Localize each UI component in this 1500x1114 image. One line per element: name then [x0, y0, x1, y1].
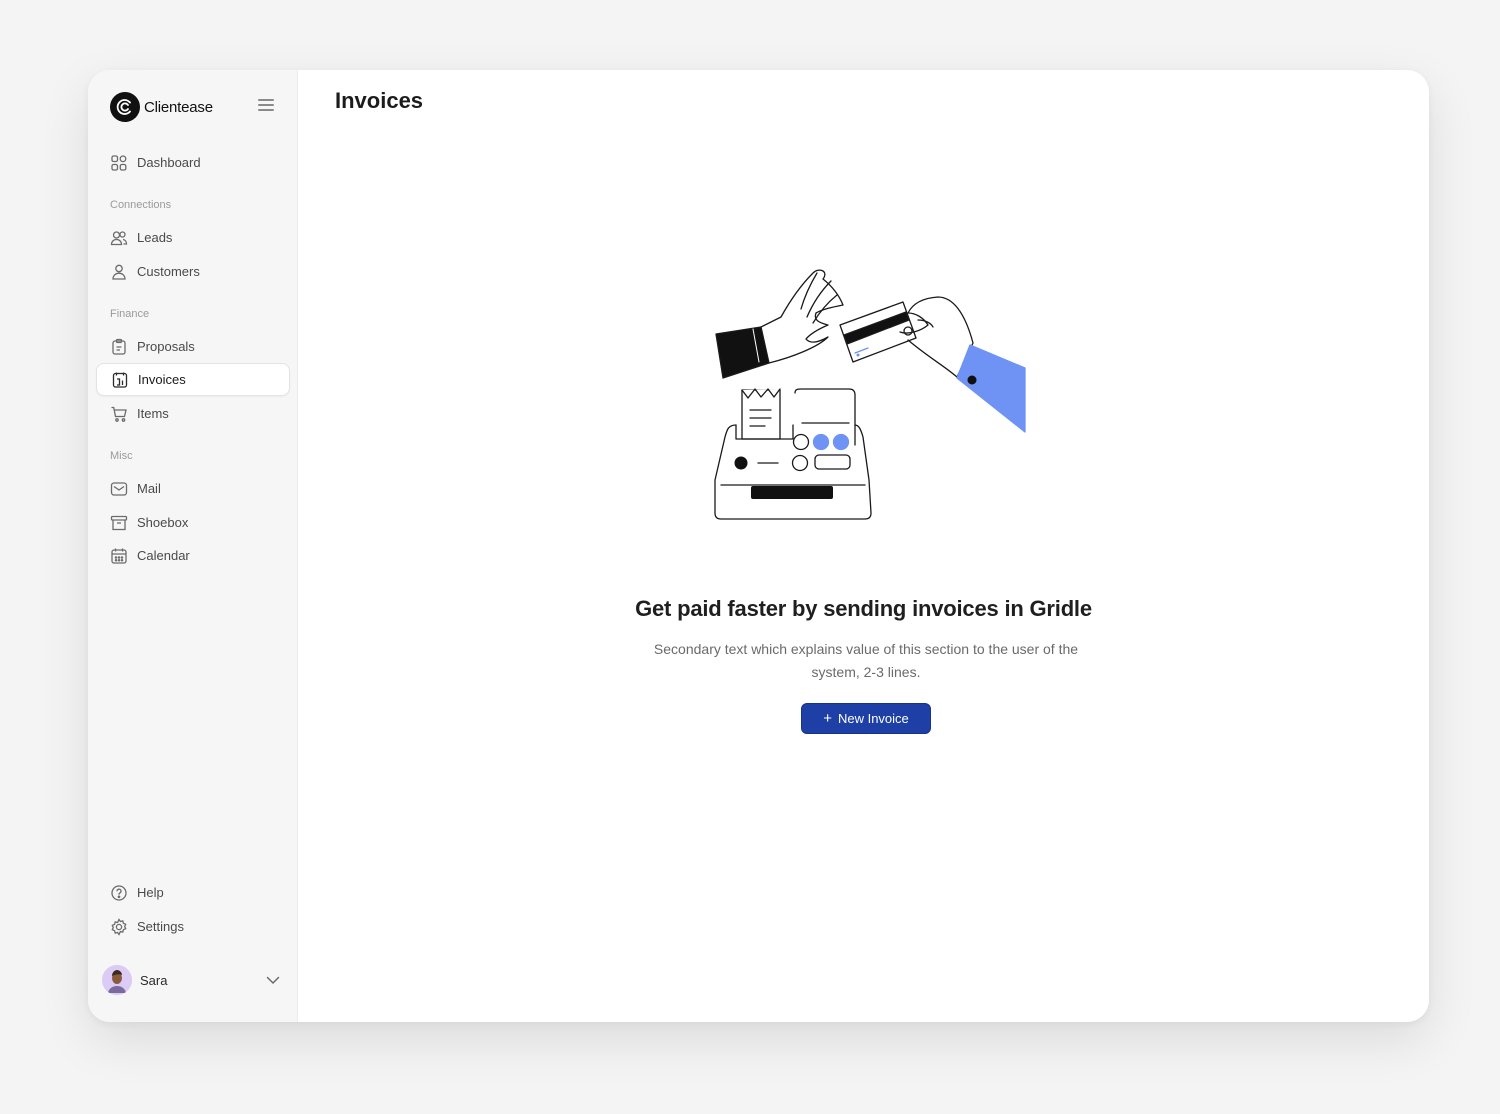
sidebar-item-settings[interactable]: Settings: [96, 910, 290, 943]
sidebar-item-label: Calendar: [137, 548, 190, 563]
main-content: Invoices Get paid faster by sending invo…: [298, 70, 1429, 1022]
sidebar-item-customers[interactable]: Customers: [96, 255, 290, 288]
brand-logo-icon: [110, 92, 140, 122]
section-label-finance: Finance: [110, 308, 150, 320]
gear-icon: [110, 917, 128, 936]
sidebar-item-label: Settings: [137, 919, 184, 934]
user-name: Sara: [140, 972, 168, 988]
user-menu[interactable]: Sara: [102, 963, 282, 997]
empty-state-description: Secondary text which explains value of t…: [653, 641, 1079, 680]
avatar: [102, 965, 132, 995]
dashboard-icon: [110, 154, 128, 172]
sidebar-item-shoebox[interactable]: Shoebox: [96, 506, 290, 539]
clipboard-icon: [110, 338, 128, 356]
sidebar-item-help[interactable]: Help: [96, 876, 290, 909]
payment-illustration: [714, 269, 1026, 520]
user-icon: [110, 263, 128, 281]
sidebar-item-label: Proposals: [137, 339, 195, 354]
app-window: Clientease Dashboard Connections Leads C…: [88, 70, 1429, 1022]
brand-name: Clientease: [144, 98, 213, 116]
sidebar-item-dashboard[interactable]: Dashboard: [96, 146, 290, 179]
menu-toggle-icon[interactable]: [258, 97, 274, 113]
archive-box-icon: [110, 514, 128, 532]
sidebar-item-label: Dashboard: [137, 155, 201, 170]
mail-icon: [110, 480, 128, 498]
sidebar-item-label: Leads: [137, 230, 173, 245]
section-label-misc: Misc: [110, 450, 133, 462]
invoice-icon: [111, 371, 129, 389]
sidebar-item-label: Shoebox: [137, 515, 189, 530]
sidebar-item-mail[interactable]: Mail: [96, 472, 290, 505]
sidebar-item-label: Customers: [137, 264, 200, 279]
new-invoice-label: New Invoice: [837, 711, 909, 726]
sidebar-item-calendar[interactable]: Calendar: [96, 539, 290, 572]
sidebar-item-label: Mail: [137, 481, 161, 496]
cart-icon: [110, 405, 128, 423]
help-icon: [110, 884, 128, 902]
sidebar-item-label: Invoices: [138, 372, 186, 387]
new-invoice-button[interactable]: + New Invoice: [801, 703, 931, 734]
chevron-down-icon[interactable]: [264, 971, 282, 989]
sidebar-item-proposals[interactable]: Proposals: [96, 330, 290, 363]
page-title: Invoices: [335, 88, 424, 113]
calendar-icon: [110, 547, 128, 565]
sidebar: Clientease Dashboard Connections Leads C…: [88, 70, 298, 1022]
empty-state-heading: Get paid faster by sending invoices in G…: [635, 596, 1092, 621]
sidebar-item-invoices[interactable]: Invoices: [96, 363, 290, 396]
sidebar-item-label: Help: [137, 885, 164, 900]
plus-icon: +: [823, 710, 832, 727]
sidebar-item-leads[interactable]: Leads: [96, 221, 290, 254]
section-label-connections: Connections: [110, 199, 172, 211]
brand[interactable]: Clientease: [110, 92, 213, 122]
sidebar-item-label: Items: [137, 406, 169, 421]
users-icon: [110, 229, 128, 247]
sidebar-item-items[interactable]: Items: [96, 397, 290, 430]
